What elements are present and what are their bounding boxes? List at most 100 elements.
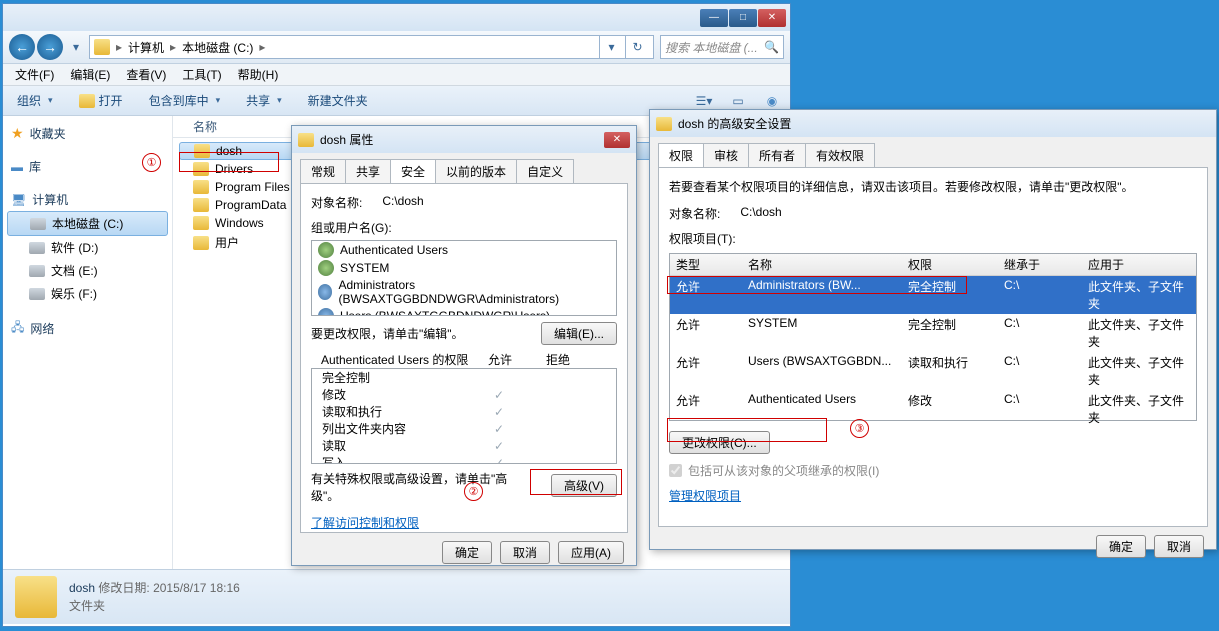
menubar: 文件(F) 编辑(E) 查看(V) 工具(T) 帮助(H)	[3, 64, 790, 86]
sidebar-network[interactable]: 🖧网络	[3, 315, 172, 342]
help-icon[interactable]: ◉	[762, 91, 782, 111]
search-input[interactable]: 搜索 本地磁盘 (... 🔍	[660, 35, 784, 59]
tab-permissions[interactable]: 权限	[658, 143, 704, 167]
allow-header: 允许	[471, 351, 529, 368]
folder-icon	[193, 236, 209, 250]
network-icon: 🖧	[11, 318, 24, 339]
forward-button[interactable]: →	[37, 34, 63, 60]
tab-security[interactable]: 安全	[390, 159, 436, 183]
advanced-button[interactable]: 高级(V)	[551, 474, 617, 497]
tab-owner[interactable]: 所有者	[748, 143, 806, 167]
sidebar-favorites[interactable]: ★收藏夹	[3, 122, 172, 145]
annotation-1: ①	[142, 153, 161, 172]
folder-icon	[193, 198, 209, 212]
table-row[interactable]: 允许Administrators (BW...完全控制C:\此文件夹、子文件夹	[670, 276, 1196, 314]
menu-view[interactable]: 查看(V)	[120, 64, 172, 85]
user-icon	[318, 242, 334, 258]
groups-listbox[interactable]: Authenticated Users SYSTEM Administrator…	[311, 240, 617, 316]
edit-button[interactable]: 编辑(E)...	[541, 322, 617, 345]
tab-sharing[interactable]: 共享	[345, 159, 391, 183]
list-item[interactable]: Users (BWSAXTGGBDNDWGR\Users)	[312, 307, 616, 316]
drive-icon	[30, 218, 46, 230]
folder-icon	[79, 94, 95, 108]
tab-auditing[interactable]: 审核	[703, 143, 749, 167]
breadcrumb[interactable]: ▸ 计算机 ▸ 本地磁盘 (C:) ▸ ▾ ↻	[89, 35, 654, 59]
minimize-button[interactable]: —	[700, 9, 728, 27]
preview-pane-icon[interactable]: ▭	[728, 91, 748, 111]
library-icon: ▬	[11, 160, 23, 174]
table-row[interactable]: 允许Users (BWSAXTGGBDN...读取和执行C:\此文件夹、子文件夹	[670, 352, 1196, 390]
include-button[interactable]: 包含到库中	[143, 90, 227, 111]
statusbar: dosh 修改日期: 2015/8/17 18:16 文件夹	[3, 569, 790, 624]
inherit-checkbox: 包括可从该对象的父项继承的权限(I)	[669, 462, 1197, 479]
sidebar-drive-d[interactable]: 软件 (D:)	[3, 236, 172, 259]
close-button[interactable]: ✕	[604, 132, 630, 148]
tab-general[interactable]: 常规	[300, 159, 346, 183]
drive-icon	[29, 288, 45, 300]
close-button[interactable]: ✕	[758, 9, 786, 27]
search-icon: 🔍	[764, 40, 779, 54]
deny-header: 拒绝	[529, 351, 587, 368]
folder-icon	[193, 162, 209, 176]
list-item[interactable]: SYSTEM	[312, 259, 616, 277]
list-item[interactable]: Administrators (BWSAXTGGBDNDWGR\Administ…	[312, 277, 616, 307]
object-label: 对象名称:	[669, 205, 720, 222]
change-permissions-button[interactable]: 更改权限(C)...	[669, 431, 770, 454]
menu-file[interactable]: 文件(F)	[9, 64, 60, 85]
permissions-listbox[interactable]: 完全控制 修改✓ 读取和执行✓ 列出文件夹内容✓ 读取✓ 写入✓	[311, 368, 617, 464]
drive-icon	[29, 265, 45, 277]
folder-icon	[193, 216, 209, 230]
drive-icon	[29, 242, 45, 254]
menu-edit[interactable]: 编辑(E)	[64, 64, 116, 85]
sidebar: ★收藏夹 ▬库 🖥计算机 本地磁盘 (C:) 软件 (D:) 文档 (E:) 娱…	[3, 116, 173, 569]
cancel-button[interactable]: 取消	[1154, 535, 1204, 558]
list-item[interactable]: Authenticated Users	[312, 241, 616, 259]
status-name: dosh	[69, 581, 95, 595]
breadcrumb-dropdown[interactable]: ▾	[599, 35, 623, 59]
cancel-button[interactable]: 取消	[500, 541, 550, 564]
newfolder-button[interactable]: 新建文件夹	[302, 90, 374, 111]
table-row[interactable]: 允许SYSTEM完全控制C:\此文件夹、子文件夹	[670, 314, 1196, 352]
computer-icon: 🖥	[11, 193, 26, 207]
group-icon	[318, 308, 334, 316]
permissions-table[interactable]: 类型 名称 权限 继承于 应用于 允许Administrators (BW...…	[669, 253, 1197, 421]
share-button[interactable]: 共享	[240, 90, 288, 111]
menu-tools[interactable]: 工具(T)	[176, 64, 227, 85]
properties-dialog: dosh 属性 ✕ 常规 共享 安全 以前的版本 自定义 对象名称: C:\do…	[291, 125, 637, 566]
refresh-button[interactable]: ↻	[625, 35, 649, 59]
object-label: 对象名称:	[311, 194, 362, 211]
folder-icon	[194, 144, 210, 158]
manage-permissions-link[interactable]: 管理权限项目	[669, 489, 741, 503]
edit-hint: 要更改权限，请单击"编辑"。	[311, 325, 464, 342]
navbar: ← → ▾ ▸ 计算机 ▸ 本地磁盘 (C:) ▸ ▾ ↻ 搜索 本地磁盘 (.…	[3, 31, 790, 64]
star-icon: ★	[11, 125, 24, 142]
history-dropdown[interactable]: ▾	[69, 40, 83, 54]
tab-custom[interactable]: 自定义	[516, 159, 574, 183]
perm-list-label: 权限项目(T):	[669, 230, 1197, 247]
folder-icon	[193, 180, 209, 194]
sidebar-drive-e[interactable]: 文档 (E:)	[3, 259, 172, 282]
tab-effective[interactable]: 有效权限	[805, 143, 875, 167]
tab-previous[interactable]: 以前的版本	[435, 159, 517, 183]
group-icon	[318, 284, 332, 300]
sidebar-computer[interactable]: 🖥计算机	[3, 188, 172, 211]
annotation-3: ③	[850, 419, 869, 438]
ok-button[interactable]: 确定	[1096, 535, 1146, 558]
object-value: C:\dosh	[740, 205, 781, 222]
open-button[interactable]: 打开	[73, 90, 129, 111]
perm-title: Authenticated Users 的权限	[321, 351, 471, 368]
maximize-button[interactable]: □	[729, 9, 757, 27]
organize-button[interactable]: 组织	[11, 90, 59, 111]
dialog-title: dosh 属性	[320, 131, 373, 148]
menu-help[interactable]: 帮助(H)	[232, 64, 285, 85]
sidebar-drive-c[interactable]: 本地磁盘 (C:)	[7, 211, 168, 236]
sidebar-drive-f[interactable]: 娱乐 (F:)	[3, 282, 172, 305]
learn-more-link[interactable]: 了解访问控制和权限	[311, 516, 419, 530]
apply-button[interactable]: 应用(A)	[558, 541, 624, 564]
advanced-hint-text: 若要查看某个权限项目的详细信息，请双击该项目。若要修改权限，请单击"更改权限"。	[669, 178, 1197, 195]
view-options-icon[interactable]: ☰▾	[694, 91, 714, 111]
back-button[interactable]: ←	[9, 34, 35, 60]
ok-button[interactable]: 确定	[442, 541, 492, 564]
dialog-title: dosh 的高级安全设置	[678, 115, 791, 132]
table-row[interactable]: 允许Authenticated Users修改C:\此文件夹、子文件夹	[670, 390, 1196, 428]
